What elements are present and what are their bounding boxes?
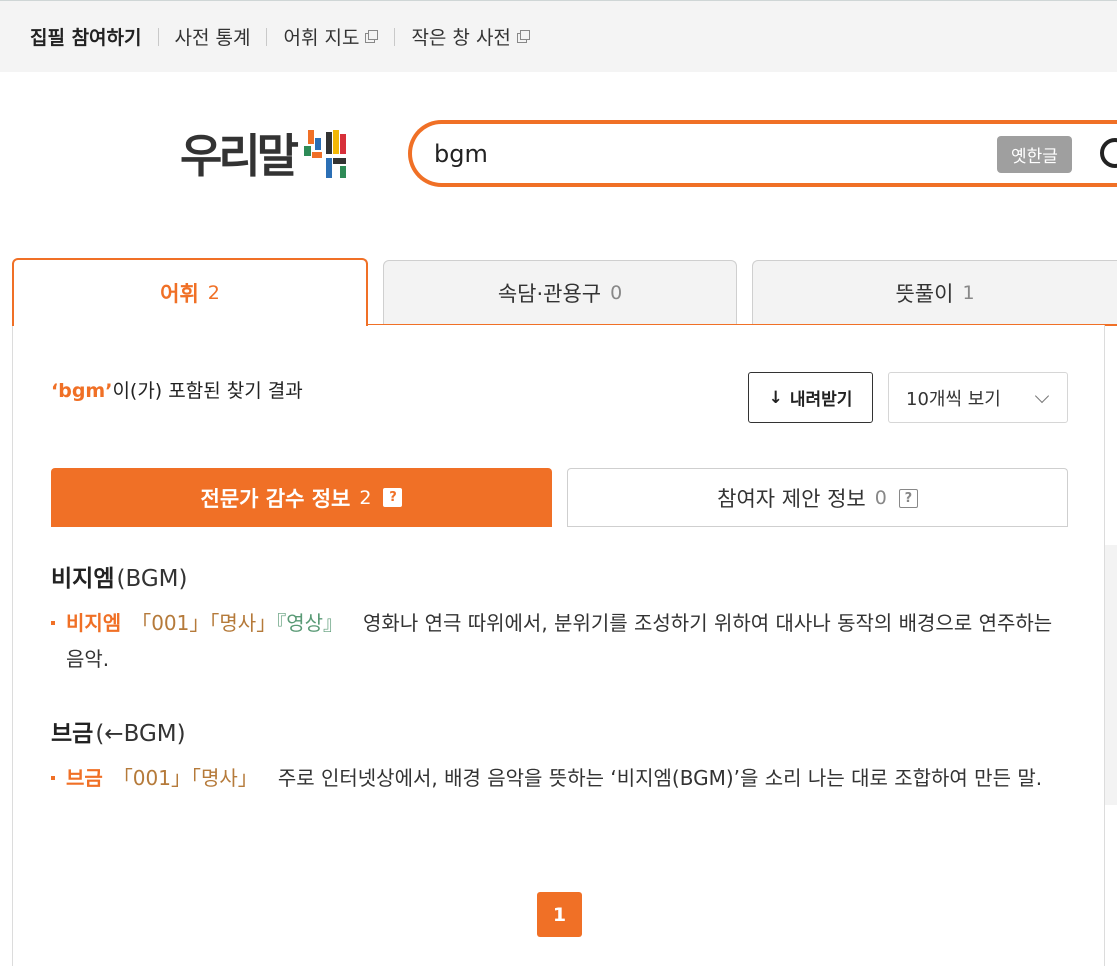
tab-count: 1	[962, 281, 975, 304]
divider	[266, 27, 268, 46]
headword-text: 비지엠	[51, 566, 115, 592]
entry-headword[interactable]: 비지엠(BGM)	[51, 563, 1071, 595]
part-of-speech: 「명사」	[209, 611, 277, 635]
definition-text: 주로 인터넷상에서, 배경 음악을 뜻하는 ‘비지엠(BGM)’을 소리 나는 …	[277, 766, 1043, 790]
search-icon[interactable]	[1100, 138, 1117, 168]
tab-label: 뜻풀이	[895, 281, 954, 306]
old-hangul-button[interactable]: 옛한글	[997, 136, 1072, 173]
dictionary-entry: 브금(←BGM) 브금 「001」「명사」 주로 인터넷상에서, 배경 음악을 뜻하…	[51, 718, 1071, 796]
external-window-icon	[516, 30, 530, 43]
entry-headword[interactable]: 브금(←BGM)	[51, 718, 1071, 750]
top-nav: 집필 참여하기 사전 통계 어휘 지도 작은 창 사전	[30, 23, 530, 50]
topnav-participate-link[interactable]: 집필 참여하기	[30, 23, 142, 50]
divider	[394, 27, 396, 46]
headword-origin: (←BGM)	[95, 721, 186, 747]
logo-text: 우리말	[180, 129, 299, 183]
download-button[interactable]: ↓ 내려받기	[748, 372, 873, 423]
dictionary-entry: 비지엠(BGM) 비지엠 「001」「명사」『영상』 영화나 연극 따위에서, 분위…	[51, 563, 1071, 677]
external-window-icon	[365, 30, 379, 43]
result-tabs: 어휘 2 속담·관용구 0 뜻풀이 1	[12, 258, 1117, 326]
headword-origin: (BGM)	[116, 566, 188, 592]
search-keyword: ‘bgm’	[51, 380, 113, 402]
entry-sense: 비지엠 「001」「명사」『영상』 영화나 연극 따위에서, 분위기를 조성하기 위…	[51, 605, 1071, 677]
tab-count: 2	[207, 282, 220, 304]
results-heading-text: 이(가) 포함된 찾기 결과	[112, 380, 303, 402]
topnav-stats-link[interactable]: 사전 통계	[175, 23, 251, 50]
per-page-value: 10개씩 보기	[906, 388, 1001, 410]
subject-field: 『영상』	[276, 611, 344, 635]
divider	[157, 27, 159, 46]
side-strip	[1105, 545, 1117, 805]
subtab-label: 전문가 감수 정보	[200, 486, 351, 511]
help-icon[interactable]: ?	[898, 488, 918, 508]
pagination-page-1[interactable]: 1	[537, 892, 582, 937]
tab-vocabulary[interactable]: 어휘 2	[12, 258, 368, 326]
sense-number: 「001」	[112, 766, 191, 790]
subtab-expert-info[interactable]: 전문가 감수 정보 2 ?	[51, 468, 552, 527]
logo-mark-icon: 샘	[304, 130, 346, 178]
tab-count: 0	[610, 281, 623, 304]
bullet-icon	[51, 776, 55, 780]
tab-definitions[interactable]: 뜻풀이 1	[752, 260, 1117, 324]
tab-label: 어휘	[160, 282, 199, 306]
site-logo[interactable]: 우리말 샘	[180, 124, 355, 184]
bullet-icon	[51, 621, 55, 625]
sense-word-link[interactable]: 브금	[66, 766, 103, 790]
headword-text: 브금	[51, 721, 94, 747]
chevron-down-icon	[1034, 388, 1050, 404]
tab-label: 속담·관용구	[497, 281, 602, 306]
sense-number: 「001」	[131, 611, 210, 635]
search-box: 옛한글	[408, 120, 1117, 187]
tab-proverbs-idioms[interactable]: 속담·관용구 0	[383, 260, 737, 324]
sense-word-link[interactable]: 비지엠	[66, 611, 121, 635]
entry-sense: 브금 「001」「명사」 주로 인터넷상에서, 배경 음악을 뜻하는 ‘비지엠(BG…	[51, 760, 1071, 796]
subtab-underline	[567, 526, 1068, 527]
topnav-mini-dict-link[interactable]: 작은 창 사전	[411, 23, 530, 50]
subtab-count: 2	[359, 486, 372, 509]
subtab-label: 참여자 제안 정보	[717, 487, 866, 511]
search-input[interactable]	[434, 136, 974, 172]
download-arrow-icon: ↓	[768, 387, 783, 408]
download-label: 내려받기	[789, 390, 853, 410]
part-of-speech: 「명사」	[191, 766, 258, 790]
results-heading: ‘bgm’이(가) 포함된 찾기 결과	[51, 376, 303, 403]
per-page-select[interactable]: 10개씩 보기	[888, 372, 1068, 423]
subtab-participant-info[interactable]: 참여자 제안 정보 0 ?	[567, 468, 1068, 527]
top-bar: 집필 참여하기 사전 통계 어휘 지도 작은 창 사전	[0, 0, 1117, 72]
topnav-vocab-map-link[interactable]: 어휘 지도	[283, 23, 379, 50]
subtab-count: 0	[874, 487, 887, 509]
help-icon[interactable]: ?	[383, 488, 403, 507]
topnav-vocab-map-label: 어휘 지도	[283, 27, 360, 49]
topnav-mini-dict-label: 작은 창 사전	[411, 27, 511, 49]
